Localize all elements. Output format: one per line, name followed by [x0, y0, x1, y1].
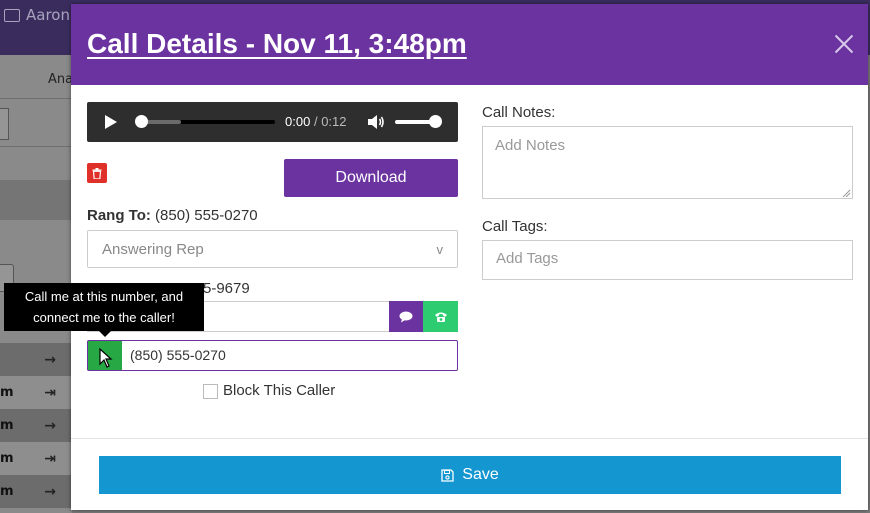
answering-select-value: Answering Rep [102, 240, 204, 258]
call-notes-input[interactable]: Add Notes [482, 126, 853, 199]
audio-time: 0:00 / 0:12 [285, 114, 347, 129]
background-divider [0, 146, 72, 147]
background-row: m ⇥ [0, 376, 72, 409]
save-label: Save [462, 466, 499, 483]
background-row: m → [0, 409, 72, 442]
trash-icon [92, 167, 102, 179]
chevron-down-icon: v [436, 241, 444, 257]
footer-divider [71, 438, 868, 439]
call-tags-input[interactable]: Add Tags [482, 240, 853, 280]
download-button[interactable]: Download [284, 159, 458, 197]
callme-tooltip: Call me at this number, and connect me t… [4, 283, 204, 337]
audio-time-separator: / [313, 114, 318, 129]
rang-to-value: (850) 555-0270 [155, 207, 258, 224]
volume-knob[interactable] [429, 115, 442, 128]
background-user-name: Aaron [26, 6, 70, 24]
call-tags-placeholder: Add Tags [496, 250, 559, 267]
call-tags-label: Call Tags: [482, 218, 548, 235]
audio-progress-knob[interactable] [135, 115, 148, 128]
callme-number[interactable]: (850) 555-0270 [130, 347, 226, 363]
call-notes-placeholder: Add Notes [495, 137, 566, 154]
audio-total-time: 0:12 [321, 114, 347, 129]
call-details-modal: Call Details - Nov 11, 3:48pm 0:00 / 0:1… [4, 4, 868, 510]
close-icon[interactable] [834, 34, 854, 54]
caller-number-partial: 5-9679 [203, 280, 250, 297]
background-row: → [0, 343, 72, 376]
volume-icon[interactable] [367, 114, 385, 130]
audio-player: 0:00 / 0:12 [87, 102, 458, 142]
background-row: m ⇥ [0, 442, 72, 475]
delete-button[interactable] [87, 163, 107, 183]
floppy-icon [441, 468, 454, 482]
tooltip-line-1: Call me at this number, and [24, 289, 184, 304]
sign-in-icon: ⇥ [44, 384, 56, 401]
background-input [0, 108, 9, 140]
modal-title: Call Details - Nov 11, 3:48pm [87, 28, 467, 59]
rang-to: Rang To: (850) 555-0270 [87, 207, 258, 224]
background-user: Aaron [4, 6, 70, 24]
sign-in-icon: ⇥ [44, 450, 56, 467]
tooltip-line-2: connect me to the caller! [33, 310, 175, 325]
callme-field: (850) 555-0270 [87, 340, 458, 371]
arrow-right-icon: → [44, 351, 56, 368]
contact-card-icon [4, 8, 20, 22]
mouse-cursor-icon [99, 348, 113, 368]
answering-select[interactable]: Answering Rep v [87, 230, 458, 268]
arrow-right-icon: → [44, 417, 56, 434]
phone-icon [434, 312, 447, 322]
background-row: m → [0, 475, 72, 508]
background-divider [0, 98, 72, 99]
background-band [0, 180, 72, 220]
audio-current-time: 0:00 [285, 114, 311, 129]
chat-icon [399, 311, 413, 322]
call-button[interactable] [423, 301, 458, 332]
sms-button[interactable] [389, 301, 423, 332]
rang-to-label: Rang To: [87, 207, 151, 224]
save-button[interactable]: Save [99, 456, 841, 494]
arrow-right-icon: → [44, 483, 56, 500]
block-caller-label[interactable]: Block This Caller [223, 382, 335, 399]
audio-progress-track[interactable] [141, 120, 275, 124]
modal-header: Call Details - Nov 11, 3:48pm [71, 4, 868, 85]
background-tab: Ana [48, 72, 74, 87]
call-notes-label: Call Notes: [482, 104, 556, 121]
resize-handle-icon[interactable] [841, 188, 851, 198]
block-caller-checkbox[interactable] [203, 384, 218, 399]
play-icon[interactable] [105, 115, 117, 129]
